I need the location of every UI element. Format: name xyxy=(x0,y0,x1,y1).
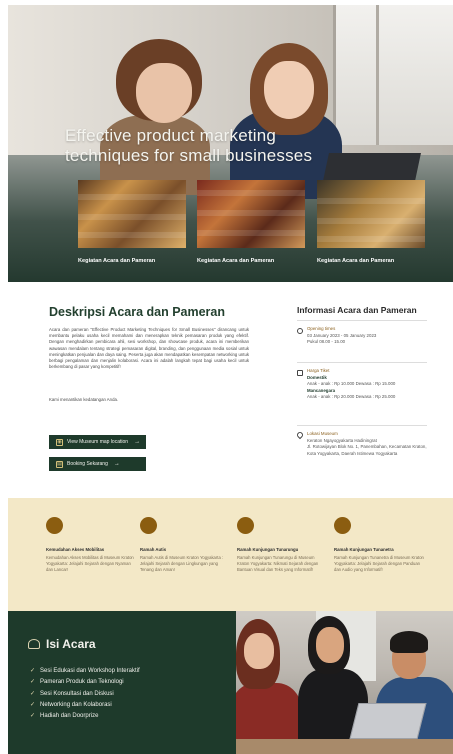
list-item: ✓ Hadiah dan Doorprize xyxy=(30,711,140,722)
list-item: ✓ Sesi Konsultasi dan Diskusi xyxy=(30,689,140,700)
list-item: ✓ Sesi Edukasi dan Workshop Interaktif xyxy=(30,666,140,677)
photo-table xyxy=(236,739,453,754)
team-photo xyxy=(236,611,453,754)
event-card-label: Kegiatan Acara dan Pameran xyxy=(317,258,395,264)
hero-cards: Kegiatan Acara dan Pameran Kegiatan Acar… xyxy=(78,180,428,270)
divider xyxy=(297,362,427,363)
hero-window xyxy=(333,5,453,145)
booking-button-label: Booking Sekarang xyxy=(67,461,108,467)
description-note: Kami menantikan kedatangan Anda. xyxy=(49,397,119,402)
list-item: ✓ Networking dan Kolaborasi xyxy=(30,700,140,711)
opening-hours: Pukul 08.00 - 15.00 xyxy=(307,339,346,345)
list-item-label: Pameran Produk dan Teknologi xyxy=(40,679,124,686)
check-icon: ✓ xyxy=(30,668,36,674)
feature-item: Kemudahan Akses Mobilitas Kemudahan Akse… xyxy=(46,517,136,574)
view-map-button[interactable]: ◉ View Museum map location → xyxy=(49,435,146,449)
feature-title: Ramah Kunjungan Tunanetra xyxy=(334,547,394,552)
opening-dates: 03 January 2023 - 05 January 2023 xyxy=(307,332,377,338)
feature-title: Ramah Autis xyxy=(140,547,167,552)
booking-icon: ▤ xyxy=(56,460,63,468)
hero-title: Effective product marketing techniques f… xyxy=(65,126,313,165)
list-item: ✓ Pameran Produk dan Teknologi xyxy=(30,677,140,688)
photo-person-1-face xyxy=(244,633,274,669)
event-card-image xyxy=(317,180,425,248)
ticket-prices: Harga Tiket Domestik Anak - anak : Rp 10… xyxy=(307,368,432,401)
divider xyxy=(297,320,427,321)
foreign-prices: Anak - anak : Rp 20.000 Dewasa : Rp 25.0… xyxy=(307,394,396,400)
feature-icon xyxy=(46,517,63,534)
feature-item: Ramah Kunjungan Tunarungu Ramah Kunjunga… xyxy=(237,517,327,574)
check-icon: ✓ xyxy=(30,679,36,686)
feature-text: Ramah Kunjungan Tunanetra di Museum Krat… xyxy=(334,555,424,573)
accessibility-features: Kemudahan Akses Mobilitas Kemudahan Akse… xyxy=(8,498,453,611)
clock-icon xyxy=(297,328,303,334)
feature-title: Ramah Kunjungan Tunarungu xyxy=(237,547,299,552)
ticket-label: Harga Tiket xyxy=(307,368,330,373)
location-label: Lokasi Museum xyxy=(307,431,338,436)
description-paragraph: Acara dan pameran "Effective Product Mar… xyxy=(49,327,249,370)
photo-laptop xyxy=(349,703,427,739)
location-name: Keraton Ngayogyakarta Hadiningrat xyxy=(307,437,377,443)
photo-person-2-face xyxy=(316,627,344,663)
event-card-label: Kegiatan Acara dan Pameran xyxy=(197,258,275,264)
event-content-list: ✓ Sesi Edukasi dan Workshop Interaktif ✓ P… xyxy=(30,666,140,722)
feature-title: Kemudahan Akses Mobilitas xyxy=(46,547,105,552)
divider xyxy=(297,425,427,426)
feature-icon xyxy=(237,517,254,534)
check-icon: ✓ xyxy=(30,713,36,720)
feature-text: Ramah Autis di Museum Kraton Yogyakarta … xyxy=(140,555,224,573)
feature-item: Ramah Kunjungan Tunanetra Ramah Kunjunga… xyxy=(334,517,424,574)
description-title: Deskripsi Acara dan Pameran xyxy=(49,305,226,319)
check-icon: ✓ xyxy=(30,690,36,697)
list-item-label: Sesi Konsultasi dan Diskusi xyxy=(40,690,114,697)
list-item-label: Hadiah dan Doorprize xyxy=(40,713,99,720)
event-card[interactable]: Kegiatan Acara dan Pameran xyxy=(197,180,305,264)
event-content-section: Isi Acara ✓ Sesi Edukasi dan Workshop Int… xyxy=(8,611,236,754)
photo-person-3-hair xyxy=(390,631,428,653)
map-icon: ◉ xyxy=(56,438,63,446)
event-card-image xyxy=(197,180,305,248)
location-pin-icon xyxy=(295,430,305,440)
event-icon xyxy=(28,639,40,649)
event-card[interactable]: Kegiatan Acara dan Pameran xyxy=(317,180,425,264)
event-card-image xyxy=(78,180,186,248)
hero-person-1-face xyxy=(136,63,192,123)
view-map-button-label: View Museum map location xyxy=(67,439,129,445)
arrow-right-icon: → xyxy=(113,461,120,467)
foreign-label: Mancanegara xyxy=(307,387,336,393)
feature-text: Kemudahan Akses Mobilitas di Museum Krat… xyxy=(46,555,134,573)
check-icon: ✓ xyxy=(30,701,36,708)
list-item-label: Sesi Edukasi dan Workshop Interaktif xyxy=(40,668,140,674)
event-card-label: Kegiatan Acara dan Pameran xyxy=(78,258,156,264)
opening-times: Opening times 03 January 2023 - 05 Janua… xyxy=(307,326,432,346)
page: Effective product marketing techniques f… xyxy=(0,0,453,754)
feature-icon xyxy=(140,517,157,534)
arrow-right-icon: → xyxy=(134,439,141,445)
opening-times-label: Opening times xyxy=(307,326,336,331)
list-item-label: Networking dan Kolaborasi xyxy=(40,701,112,708)
location: Lokasi Museum Keraton Ngayogyakarta Hadi… xyxy=(307,431,432,457)
feature-icon xyxy=(334,517,351,534)
event-content-title: Isi Acara xyxy=(46,637,96,651)
domestic-label: Domestik xyxy=(307,374,327,380)
feature-item: Ramah Autis Ramah Autis di Museum Kraton… xyxy=(140,517,230,574)
info-title: Informasi Acara dan Pameran xyxy=(297,305,417,315)
domestic-prices: Anak - anak : Rp 10.000 Dewasa : Rp 15.0… xyxy=(307,381,396,387)
feature-text: Ramah Kunjungan Tunarungu di Museum Krat… xyxy=(237,555,319,573)
location-address: Jl. Rotowijayan Blok No. 1, Panembahan, … xyxy=(307,444,427,456)
ticket-icon xyxy=(297,370,303,376)
hero-person-2-face xyxy=(264,61,314,119)
event-card[interactable]: Kegiatan Acara dan Pameran xyxy=(78,180,186,264)
booking-button[interactable]: ▤ Booking Sekarang → xyxy=(49,457,146,471)
hero-section: Effective product marketing techniques f… xyxy=(8,5,453,282)
